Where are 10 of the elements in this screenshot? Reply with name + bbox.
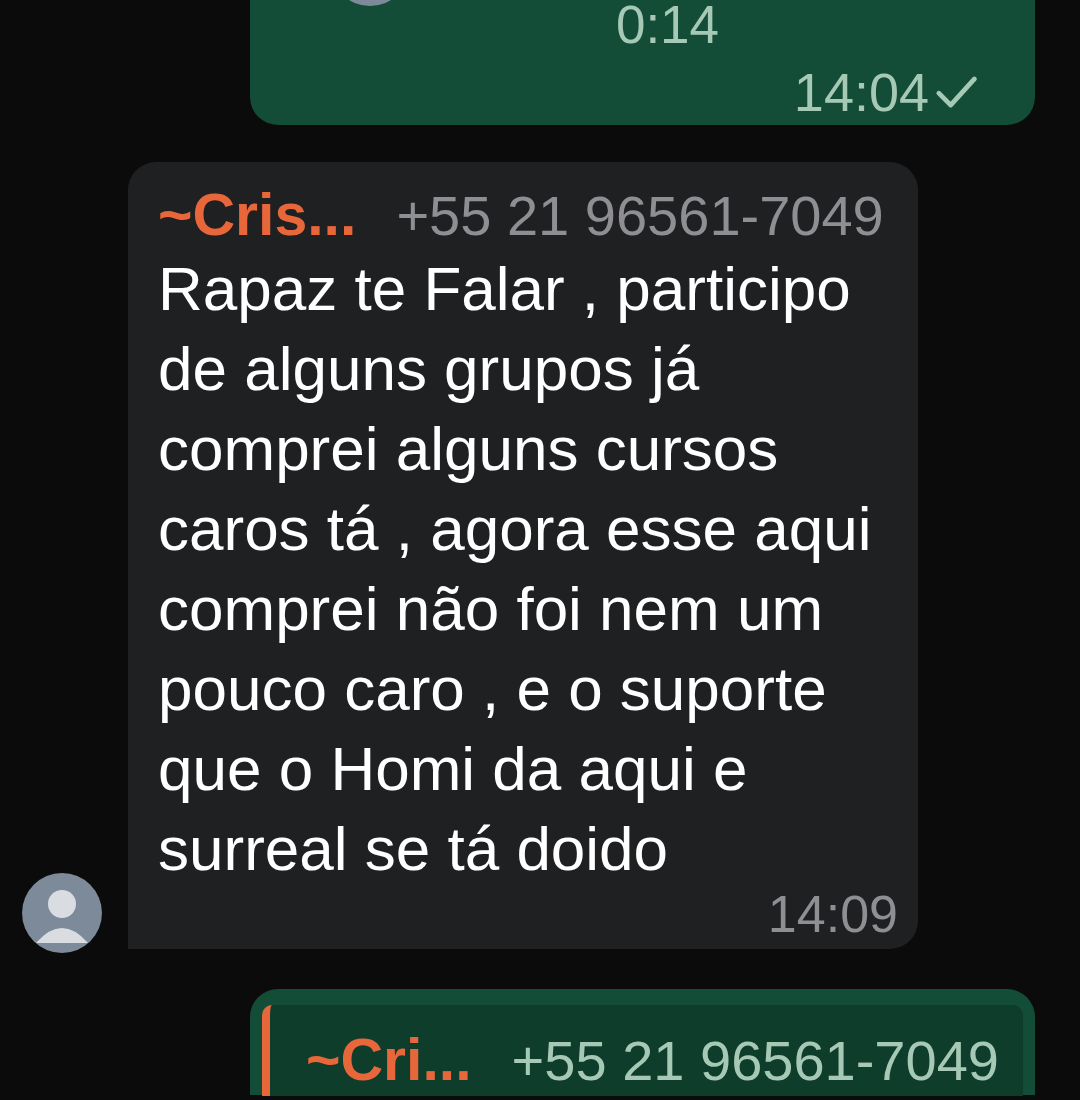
message-text: Rapaz te Falar , participo de alguns grupos já comprei alguns cursos caros tá , agora esse aqui comprei não foi nem um pouco caro , e o suporte que o Homi da aqui e surreal se tá doido <box>158 253 873 885</box>
message-time: 14:09 <box>767 889 898 939</box>
quoted-message[interactable]: ~Cri... +55 21 96561-7049 <box>262 1005 1023 1096</box>
sender-phone: +55 21 96561-7049 <box>511 1028 999 1094</box>
avatar-icon <box>22 873 102 953</box>
message-time: 14:04 <box>793 62 929 122</box>
voice-duration: 0:14 <box>615 0 720 50</box>
sender-phone: +55 21 96561-7049 <box>396 183 884 249</box>
sender-name: ~Cri... <box>306 1027 472 1093</box>
sender-name[interactable]: ~Cris... <box>158 182 357 248</box>
